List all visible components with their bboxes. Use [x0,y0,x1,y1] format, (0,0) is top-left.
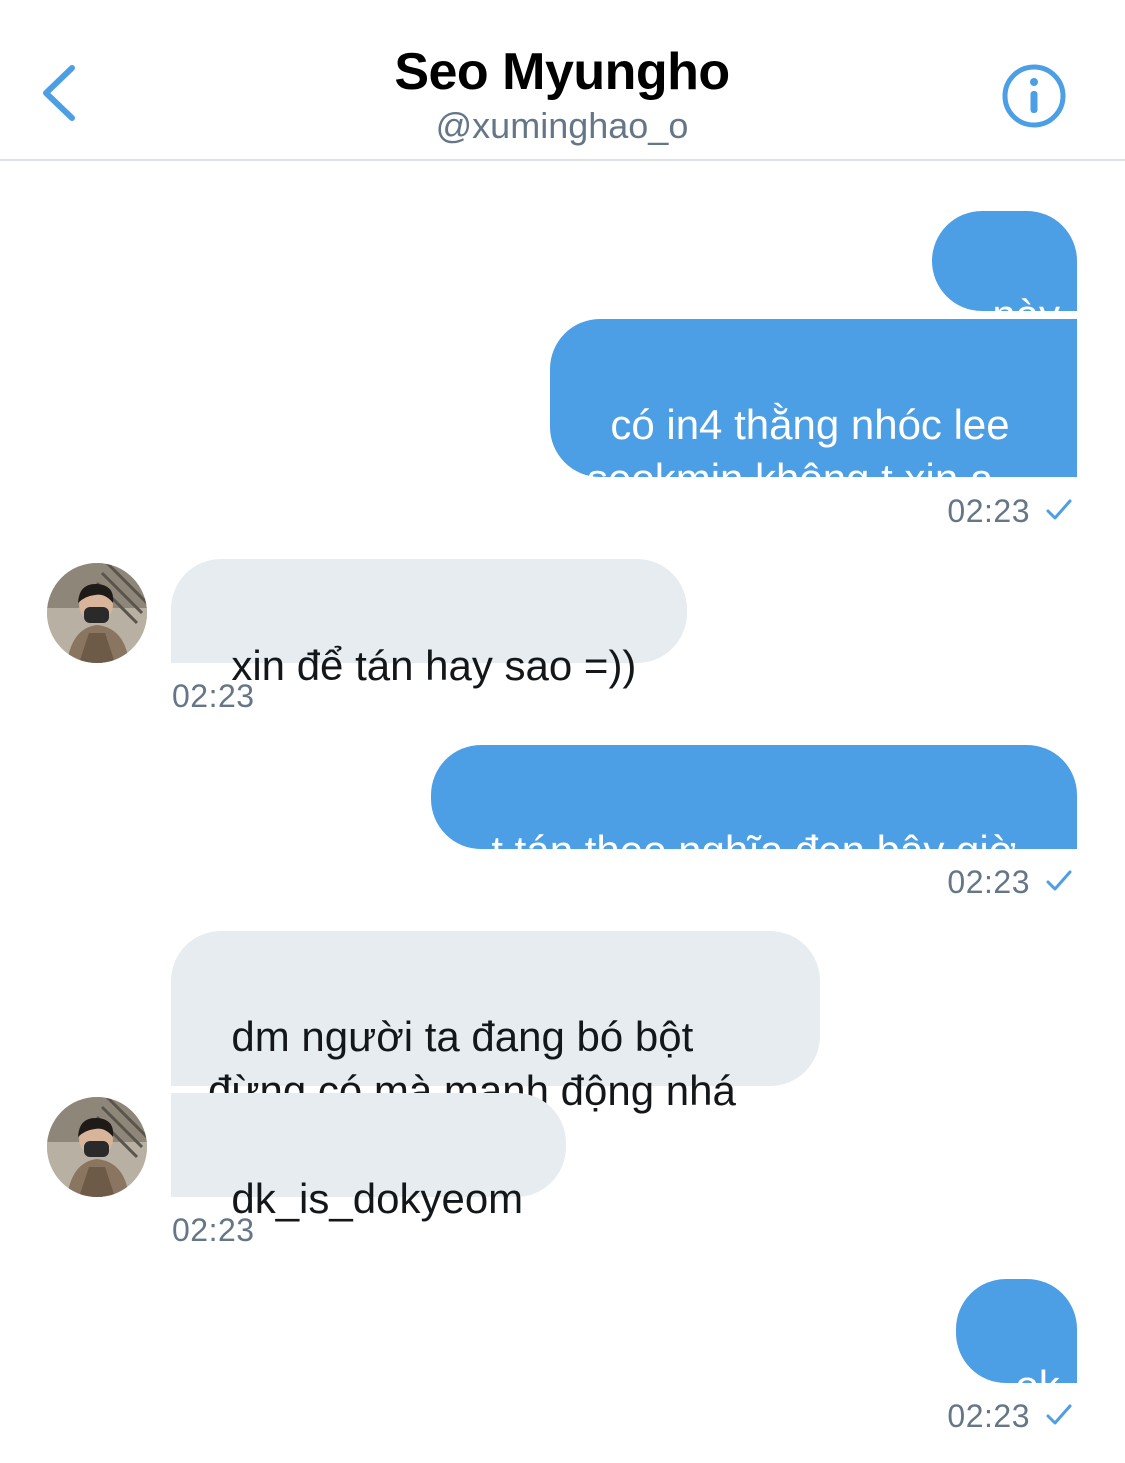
message-timestamp: 02:23 [947,1398,1030,1434]
message-bubble-received[interactable]: xin để tán hay sao =)) [171,559,687,689]
message-bubble-sent[interactable]: có in4 thằng nhóc lee seokmin không t xi… [550,319,1077,502]
message-bubble-received[interactable]: dk_is_dokyeom [171,1093,566,1222]
message-text: có in4 thằng nhóc lee seokmin không t xi… [587,401,1010,502]
conversation-title-block[interactable]: Seo Myungho @xuminghao_o [212,40,912,148]
info-button[interactable] [998,60,1070,132]
message-bubble-sent[interactable]: này [932,211,1077,338]
avatar[interactable] [47,1097,147,1197]
message-bubble-sent[interactable]: ok [956,1279,1077,1409]
message-bubble-received[interactable]: dm người ta đang bó bột đừng có mà manh … [171,931,820,1114]
avatar-image [47,1097,147,1197]
read-check-icon [1046,870,1072,891]
message-text: xin để tán hay sao =)) [231,642,637,689]
avatar-image [47,563,147,663]
back-button[interactable] [28,50,98,136]
read-check-icon [1046,499,1072,520]
message-bubble-sent[interactable]: t tán theo nghĩa đen bây giờ [431,745,1077,874]
avatar[interactable] [47,563,147,663]
page-title: Seo Myungho [394,43,730,101]
message-timestamp: 02:23 [947,864,1030,900]
read-check-icon [1046,1404,1072,1425]
message-text: t tán theo nghĩa đen bây giờ [491,827,1017,874]
info-icon [1002,64,1066,128]
message-timestamp: 02:23 [172,1212,255,1248]
message-text: dk_is_dokyeom [231,1175,524,1222]
chevron-left-icon [43,65,75,121]
conversation-header: Seo Myungho @xuminghao_o [0,0,1125,161]
message-timestamp: 02:23 [947,493,1030,529]
message-timestamp: 02:23 [172,678,255,714]
user-handle: @xuminghao_o [435,105,689,146]
